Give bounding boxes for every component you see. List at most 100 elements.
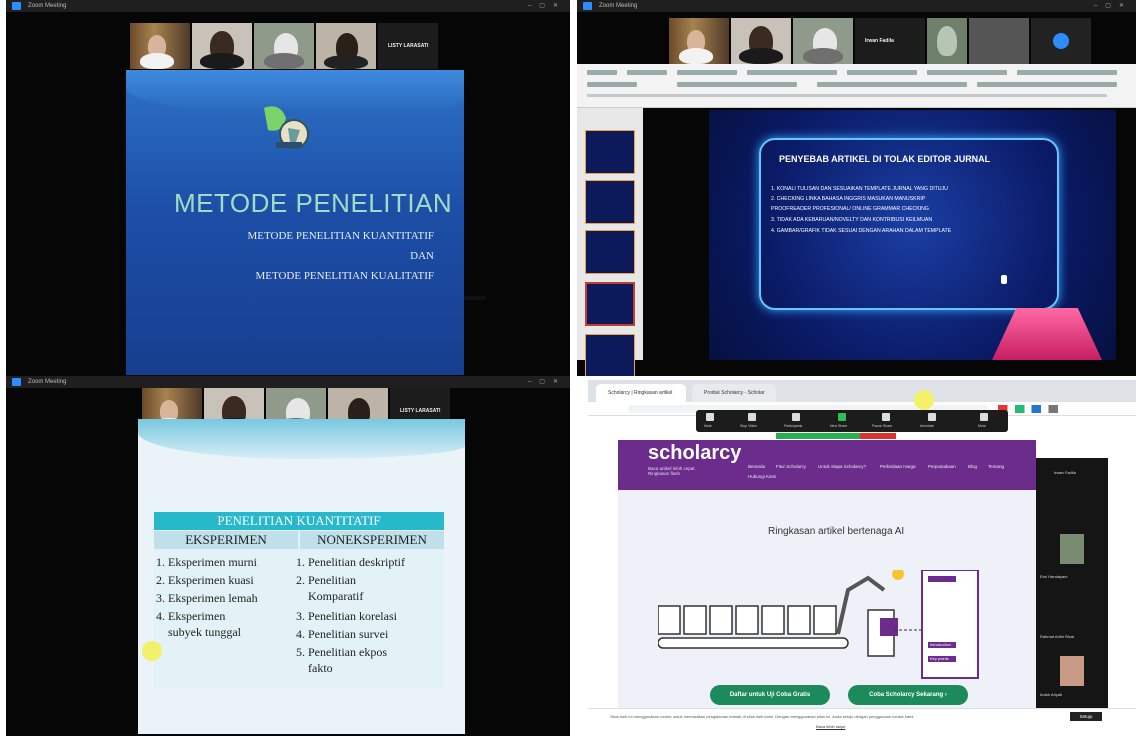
new-share-button[interactable] — [838, 413, 846, 421]
annotate-button[interactable] — [928, 413, 936, 421]
ribbon-button[interactable] — [817, 82, 967, 87]
zoom-title-bar: Zoom Meeting –▢✕ — [6, 376, 570, 388]
zoom-share-toolbar: Mute Stop Video Participants New Share P… — [696, 390, 1008, 432]
ribbon-button[interactable] — [627, 70, 667, 75]
video-tile[interactable] — [927, 18, 967, 64]
table-cell: 4. Penelitian survei — [296, 627, 389, 641]
try-now-button[interactable]: Coba Scholarcy Sekarang › — [848, 685, 968, 705]
toolbar-label: Stop Video — [740, 424, 758, 428]
ribbon-button[interactable] — [927, 70, 1007, 75]
ribbon-button[interactable] — [677, 70, 737, 75]
window-title: Zoom Meeting — [28, 379, 67, 385]
toolbar-label: More — [978, 424, 986, 428]
site-tagline: Baca artikel lebih cepat. Ringkasan flas… — [648, 466, 696, 476]
nav-link[interactable]: Tentang — [988, 464, 1004, 469]
table-cell: 5. Penelitian ekpos — [296, 645, 387, 659]
window-controls[interactable]: –▢✕ — [1094, 0, 1132, 12]
stop-video-button[interactable] — [748, 413, 756, 421]
pink-pedestal-decoration — [992, 308, 1102, 360]
table-cell: subyek tunggal — [156, 625, 241, 639]
illustration-label: Summary — [930, 570, 948, 575]
video-tile[interactable] — [130, 23, 190, 69]
slide-thumbnail[interactable] — [585, 230, 635, 274]
nav-link[interactable]: Perbedaan Harga — [880, 464, 916, 469]
video-strip: LISTY LARASATI — [130, 23, 438, 69]
slide-thumbnail[interactable] — [585, 334, 635, 376]
video-tile[interactable] — [969, 18, 1029, 64]
table-cell: 2. Penelitian — [296, 573, 356, 587]
sharing-indicator — [776, 433, 896, 439]
slide-bullet: 3. TIDAK ADA KEBARUAN/NOVELTY DAN KONTRI… — [771, 217, 933, 223]
video-tile[interactable] — [1031, 18, 1091, 64]
slide-title: METODE PENELITIAN — [174, 188, 453, 218]
quadrant-top-right: Zoom Meeting –▢✕ Irwan Fadila PENYEBAB A… — [577, 0, 1136, 376]
ai-summary-illustration-icon — [658, 570, 979, 679]
pause-share-button[interactable] — [882, 413, 890, 421]
video-tile[interactable] — [669, 18, 729, 64]
cookie-accept-button[interactable]: Setuju — [1070, 712, 1102, 721]
nav-link[interactable]: Fitur Scholarcy — [776, 464, 806, 469]
table-column-header: EKSPERIMEN — [154, 531, 298, 549]
slide-thumbnail[interactable] — [585, 130, 635, 174]
video-tile[interactable] — [316, 23, 376, 69]
free-trial-button[interactable]: Daftar untuk Uji Coba Gratis — [710, 685, 830, 705]
video-tile[interactable] — [254, 23, 314, 69]
participant-name: Erni Handayani — [1040, 574, 1068, 579]
slide-thumbnail-selected[interactable] — [585, 282, 635, 326]
cursor-highlight — [914, 390, 934, 410]
window-controls[interactable]: –▢✕ — [528, 0, 566, 12]
cookie-read-more-link[interactable]: Baca lebih lanjut — [816, 724, 845, 729]
slide-title: PENYEBAB ARTIKEL DI TOLAK EDITOR JURNAL — [779, 154, 991, 164]
nav-link[interactable]: Beranda — [748, 464, 765, 469]
table-column-header: NONEKSPERIMEN — [300, 531, 444, 549]
shared-slide: PENYEBAB ARTIKEL DI TOLAK EDITOR JURNAL … — [709, 110, 1116, 360]
cursor-highlight — [142, 641, 162, 661]
ribbon-button[interactable] — [747, 70, 837, 75]
video-tile[interactable] — [731, 18, 791, 64]
slide-subtitle-2: DAN — [410, 250, 434, 262]
nav-link[interactable]: Blog — [968, 464, 977, 469]
slide-bullet: PROOFREADER PROFESIONAL/ ONLINE GRAMMAR … — [771, 206, 929, 212]
active-speaker-tile[interactable]: Irwan Fadila — [855, 18, 925, 64]
scholarcy-logo[interactable]: scholarcy — [648, 442, 741, 465]
ribbon-button[interactable] — [977, 82, 1117, 87]
participants-button[interactable] — [792, 413, 800, 421]
powerpoint-ribbon — [577, 64, 1136, 108]
zoom-title-bar: Zoom Meeting –▢✕ — [6, 0, 570, 12]
browser-tab-active[interactable]: Scholarcy | Ringkasan artikel — [596, 384, 686, 402]
logo-icon — [264, 106, 309, 149]
toolbar-label: Participants — [784, 424, 803, 428]
nav-link[interactable]: Untuk Siapa Scholarcy? — [818, 464, 866, 469]
slide-swoosh-decoration — [138, 419, 465, 459]
video-tile[interactable] — [1060, 656, 1084, 686]
slide-bullet: 4. GAMBAR/GRAFIK TIDAK SESUAI DENGAN ARA… — [771, 228, 952, 234]
browser-tab[interactable]: Produk Scholarcy - Scholar — [692, 384, 776, 402]
shared-slide: METODE PENELITIAN METODE PENELITIAN KUAN… — [126, 70, 464, 375]
slide-bullet: 1. KONALI TULISAN DAN SESUAIKAN TEMPLATE… — [771, 186, 948, 192]
ribbon-button[interactable] — [847, 70, 917, 75]
ribbon-button[interactable] — [1017, 70, 1117, 75]
nav-link[interactable]: Hubungi Kami — [748, 474, 776, 479]
video-tile[interactable] — [192, 23, 252, 69]
more-button[interactable] — [980, 413, 988, 421]
participant-name: LISTY LARASATI — [388, 43, 429, 49]
browser-tab-bar: Scholarcy | Ringkasan artikel Produk Sch… — [588, 380, 1136, 402]
slide-thumbnail[interactable] — [585, 180, 635, 224]
video-tile[interactable] — [793, 18, 853, 64]
nav-link[interactable]: Perpustakaan — [928, 464, 956, 469]
window-controls[interactable]: –▢✕ — [528, 376, 566, 388]
quadrant-bottom-left: Zoom Meeting –▢✕ LISTY LARASATI PENELITI… — [6, 376, 570, 736]
ribbon-button[interactable] — [587, 70, 617, 75]
cursor-icon — [1001, 275, 1007, 284]
video-tile[interactable] — [1060, 534, 1084, 564]
slide-bullet: 2. CHECKING LINKA BAHASA INGGRIS MASUKAN… — [771, 196, 926, 202]
mute-button[interactable] — [706, 413, 714, 421]
ribbon-button[interactable] — [587, 82, 637, 87]
hero-title: Ringkasan artikel bertenaga AI — [768, 526, 905, 537]
participant-name: Irwan Fadila — [865, 38, 894, 44]
active-speaker-tile[interactable]: LISTY LARASATI — [378, 23, 438, 69]
slide-subtitle-3: METODE PENELITIAN KUALITATIF — [255, 270, 434, 282]
table-cell: 2. Eksperimen kuasi — [156, 573, 254, 587]
ribbon-button[interactable] — [677, 82, 797, 87]
extension-icons[interactable] — [998, 405, 1118, 413]
